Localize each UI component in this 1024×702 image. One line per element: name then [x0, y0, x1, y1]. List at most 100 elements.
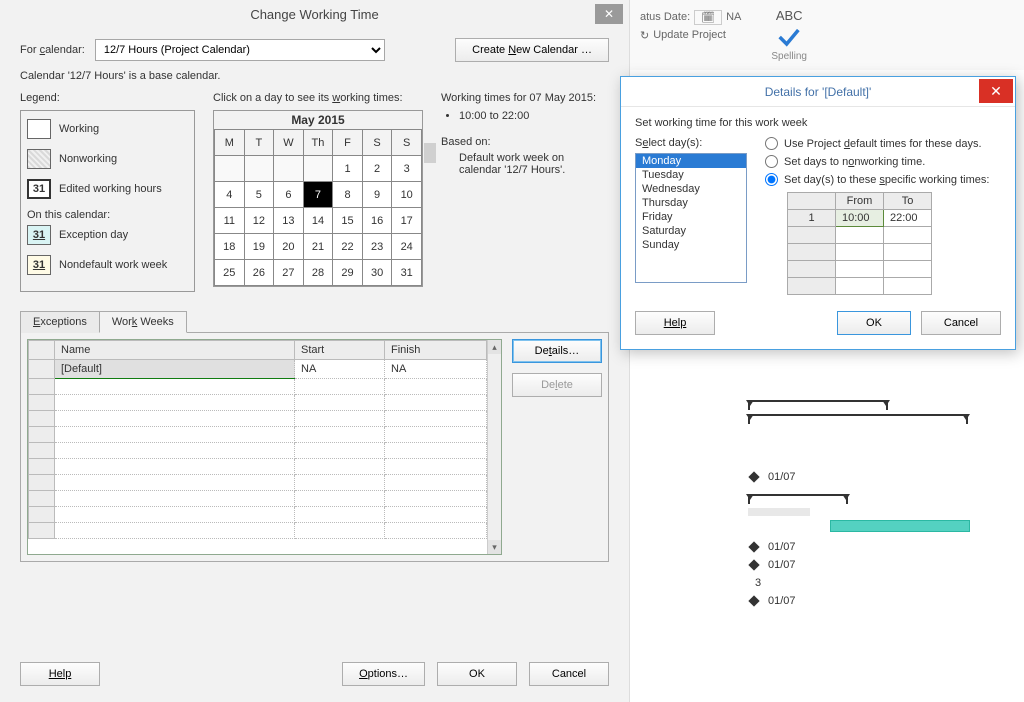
legend-heading: Legend:	[20, 92, 195, 104]
swatch-exception: 31	[27, 225, 51, 245]
table-row[interactable]	[29, 459, 487, 475]
calendar-day	[215, 156, 245, 182]
month-calendar[interactable]: May 2015 MTWThFSS12345678910111213141516…	[213, 110, 423, 287]
based-on-label: Based on:	[441, 136, 491, 148]
details-help-button[interactable]: Help	[635, 311, 715, 335]
calendar-day[interactable]: 29	[333, 260, 363, 286]
time-row[interactable]	[788, 227, 932, 244]
details-cancel-button[interactable]: Cancel	[921, 311, 1001, 335]
table-row[interactable]	[29, 523, 487, 539]
day-option[interactable]: Tuesday	[636, 168, 746, 182]
base-calendar-note: Calendar '12/7 Hours' is a base calendar…	[20, 70, 609, 82]
table-row[interactable]	[29, 395, 487, 411]
close-icon[interactable]: ✕	[595, 4, 623, 24]
calendar-day[interactable]: 14	[303, 208, 333, 234]
calendar-day[interactable]: 19	[244, 234, 274, 260]
day-option[interactable]: Sunday	[636, 238, 746, 252]
calendar-day[interactable]: 24	[392, 234, 422, 260]
table-row[interactable]	[29, 427, 487, 443]
calendar-day[interactable]: 11	[215, 208, 245, 234]
gantt-background: 01/07 01/07 01/07 3 01/07	[640, 400, 1020, 610]
time-grid[interactable]: FromTo110:0022:00	[787, 192, 932, 295]
calendar-day[interactable]: 4	[215, 182, 245, 208]
day-option[interactable]: Saturday	[636, 224, 746, 238]
close-icon[interactable]: ✕	[979, 79, 1013, 103]
working-times-heading: Working times for 07 May 2015:	[441, 92, 609, 104]
table-row[interactable]	[29, 411, 487, 427]
table-row[interactable]: [Default]NANA	[29, 360, 487, 379]
options-button[interactable]: Options…	[342, 662, 425, 686]
table-row[interactable]	[29, 507, 487, 523]
radio-default[interactable]: Use Project default times for these days…	[765, 137, 1001, 150]
calendar-day[interactable]: 15	[333, 208, 363, 234]
time-row[interactable]	[788, 278, 932, 295]
calendar-day[interactable]: 30	[362, 260, 392, 286]
calendar-select[interactable]: 12/7 Hours (Project Calendar)	[95, 39, 385, 61]
table-row[interactable]	[29, 491, 487, 507]
calendar-day[interactable]: 10	[392, 182, 422, 208]
dialog-titlebar: Change Working Time ✕	[0, 0, 629, 28]
tab-exceptions[interactable]: Exceptions	[20, 311, 100, 333]
time-row[interactable]	[788, 244, 932, 261]
table-row[interactable]	[29, 443, 487, 459]
create-new-calendar-button[interactable]: Create New Calendar …	[455, 38, 609, 62]
details-intro: Set working time for this work week	[635, 117, 1001, 129]
update-project-icon: ↻	[640, 29, 649, 42]
cancel-button[interactable]: Cancel	[529, 662, 609, 686]
legend-box: Working Nonworking 31Edited working hour…	[20, 110, 195, 292]
day-option[interactable]: Friday	[636, 210, 746, 224]
calendar-day[interactable]: 20	[274, 234, 304, 260]
calendar-day[interactable]: 5	[244, 182, 274, 208]
calendar-day[interactable]: 22	[333, 234, 363, 260]
ribbon-spelling[interactable]: ABC Spelling	[771, 8, 807, 62]
day-list[interactable]: MondayTuesdayWednesdayThursdayFridaySatu…	[635, 153, 747, 283]
calendar-day[interactable]: 7	[303, 182, 333, 208]
calendar-day[interactable]: 9	[362, 182, 392, 208]
calendar-day[interactable]: 21	[303, 234, 333, 260]
calendar-day[interactable]: 27	[274, 260, 304, 286]
calendar-day[interactable]: 2	[362, 156, 392, 182]
calendar-day[interactable]: 31	[392, 260, 422, 286]
work-weeks-grid[interactable]: NameStartFinish[Default]NANA ▴ ▾	[27, 339, 502, 555]
legend-on-this: On this calendar:	[27, 209, 188, 221]
scroll-down-icon[interactable]: ▾	[488, 540, 501, 554]
grid-scrollbar[interactable]: ▴ ▾	[487, 340, 501, 554]
day-option[interactable]: Wednesday	[636, 182, 746, 196]
scroll-up-icon[interactable]: ▴	[488, 340, 501, 354]
day-option[interactable]: Monday	[636, 154, 746, 168]
calendar-day[interactable]: 18	[215, 234, 245, 260]
details-ok-button[interactable]: OK	[837, 311, 911, 335]
dialog-title: Change Working Time	[250, 7, 378, 22]
details-button[interactable]: Details…	[512, 339, 602, 363]
radio-nonworking[interactable]: Set days to nonworking time.	[765, 155, 1001, 168]
table-row[interactable]	[29, 475, 487, 491]
time-row[interactable]: 110:0022:00	[788, 210, 932, 227]
calendar-day[interactable]: 17	[392, 208, 422, 234]
tab-work-weeks[interactable]: Work Weeks	[99, 311, 187, 333]
day-option[interactable]: Thursday	[636, 196, 746, 210]
time-row[interactable]	[788, 261, 932, 278]
checkmark-icon	[775, 23, 803, 51]
calendar-day[interactable]: 16	[362, 208, 392, 234]
radio-specific[interactable]: Set day(s) to these specific working tim…	[765, 173, 1001, 186]
help-button[interactable]: Help	[20, 662, 100, 686]
calendar-day[interactable]: 8	[333, 182, 363, 208]
calendar-day[interactable]: 23	[362, 234, 392, 260]
radio-specific-input[interactable]	[765, 173, 778, 186]
calendar-day[interactable]: 1	[333, 156, 363, 182]
working-times-bullet: 10:00 to 22:00	[459, 110, 609, 122]
calendar-day[interactable]: 3	[392, 156, 422, 182]
radio-nonworking-input[interactable]	[765, 155, 778, 168]
calendar-day[interactable]: 12	[244, 208, 274, 234]
calendar-day[interactable]: 13	[274, 208, 304, 234]
calendar-icon: 🗓	[694, 10, 722, 25]
calendar-day[interactable]: 26	[244, 260, 274, 286]
table-row[interactable]	[29, 379, 487, 395]
calendar-day[interactable]: 6	[274, 182, 304, 208]
calendar-day[interactable]: 25	[215, 260, 245, 286]
calendar-day[interactable]: 28	[303, 260, 333, 286]
radio-default-input[interactable]	[765, 137, 778, 150]
ok-button[interactable]: OK	[437, 662, 517, 686]
update-project[interactable]: ↻ Update Project	[640, 26, 741, 44]
calendar-scrollbar[interactable]	[424, 143, 436, 163]
